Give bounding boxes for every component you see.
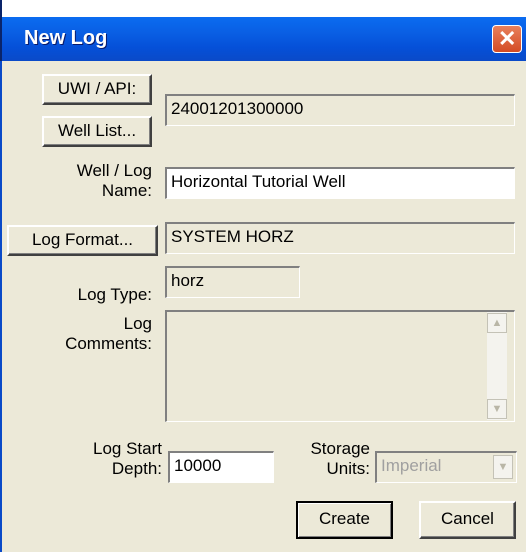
log-start-depth-label-line1: Log Start: [93, 439, 162, 458]
storage-units-value: Imperial: [381, 456, 442, 475]
log-comments-textarea[interactable]: ▲ ▼: [165, 310, 515, 422]
new-log-dialog: New Log ✕ UWI / API: Well List... 240012…: [0, 0, 526, 552]
uwi-value-field: 24001201300000: [165, 94, 515, 126]
storage-units-label-line1: Storage: [310, 439, 370, 458]
uwi-api-button[interactable]: UWI / API:: [42, 74, 152, 105]
cancel-button[interactable]: Cancel: [419, 501, 516, 539]
dropdown-arrow-icon[interactable]: ▼: [493, 455, 513, 479]
log-comments-label-line1: Log: [123, 314, 152, 333]
log-start-depth-label: Log Start Depth:: [42, 439, 162, 479]
window-title: New Log: [24, 27, 108, 49]
well-log-name-input[interactable]: Horizontal Tutorial Well: [165, 167, 515, 199]
log-comments-label-line2: Comments:: [65, 334, 152, 353]
close-button[interactable]: ✕: [492, 25, 522, 53]
log-start-depth-label-line2: Depth:: [111, 459, 162, 478]
log-format-button[interactable]: Log Format...: [7, 225, 158, 256]
log-type-field: horz: [165, 266, 300, 298]
storage-units-label-line2: Units:: [326, 459, 370, 478]
scroll-up-arrow-icon[interactable]: ▲: [487, 313, 507, 333]
close-icon: ✕: [498, 26, 517, 51]
storage-units-label: Storage Units:: [292, 439, 370, 479]
well-log-name-label: Well / Log Name:: [42, 161, 152, 201]
title-bar[interactable]: New Log ✕: [2, 17, 526, 61]
well-list-button[interactable]: Well List...: [42, 116, 152, 147]
log-format-field: SYSTEM HORZ: [165, 222, 515, 254]
storage-units-select[interactable]: Imperial ▼: [375, 451, 517, 483]
scroll-down-arrow-icon[interactable]: ▼: [487, 399, 507, 419]
well-log-name-label-line1: Well / Log: [76, 161, 152, 180]
dialog-body: UWI / API: Well List... 24001201300000 W…: [2, 61, 526, 552]
create-button[interactable]: Create: [296, 501, 393, 539]
log-type-label: Log Type:: [77, 285, 152, 304]
well-log-name-label-line2: Name:: [101, 181, 152, 200]
log-comments-label: Log Comments:: [42, 314, 152, 354]
log-start-depth-input[interactable]: 10000: [168, 451, 274, 483]
